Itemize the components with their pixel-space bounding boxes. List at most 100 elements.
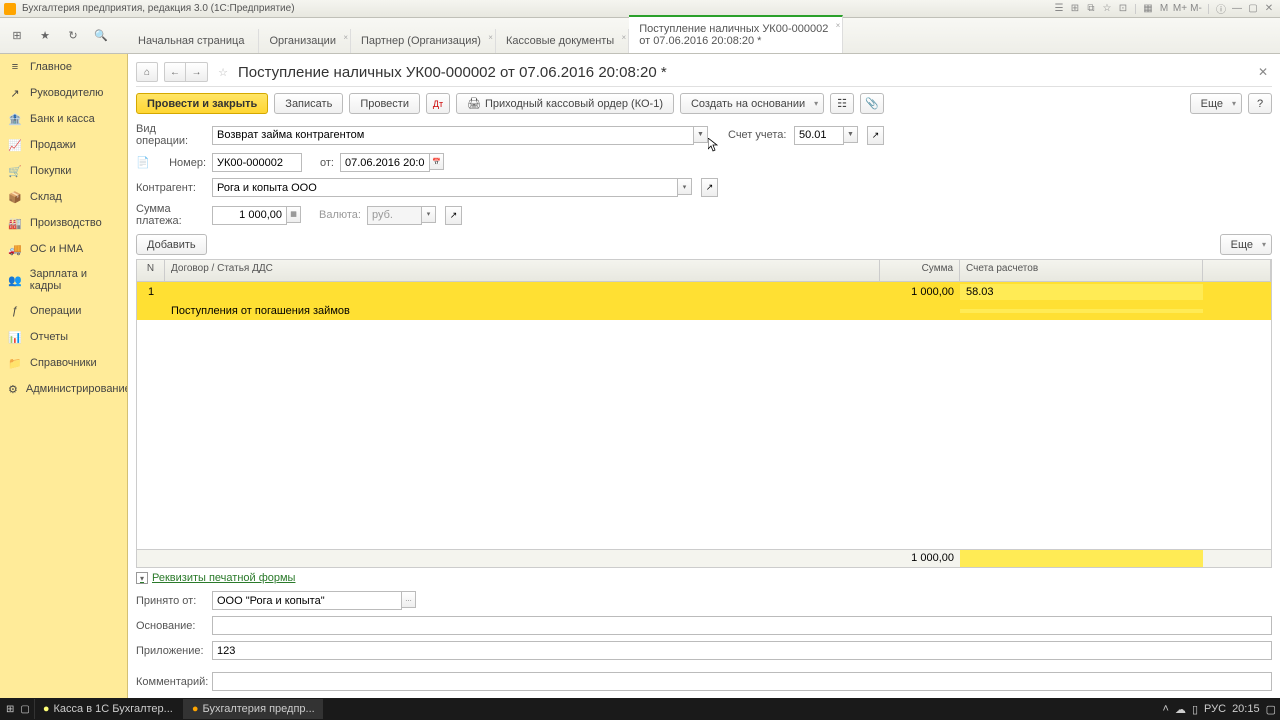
sidebar-item-bank[interactable]: 🏦Банк и касса [0, 106, 127, 132]
notifications-icon[interactable]: ▢ [1266, 703, 1276, 716]
bank-icon: 🏦 [8, 112, 22, 126]
create-based-button[interactable]: Создать на основании [680, 93, 824, 114]
op-type-input[interactable] [212, 126, 694, 145]
open-currency-button[interactable]: ↗ [445, 206, 462, 225]
m-icon[interactable]: М [1157, 2, 1171, 16]
minimize-icon[interactable]: — [1230, 2, 1244, 16]
back-button[interactable]: ← [164, 62, 186, 82]
accepted-input[interactable] [212, 591, 402, 610]
basis-label: Основание: [136, 620, 206, 632]
dropdown-icon[interactable]: ▼ [844, 126, 858, 143]
favorite-button[interactable]: ☆ [214, 63, 232, 81]
tb-icon-2[interactable]: ⊞ [1068, 2, 1082, 16]
number-input[interactable] [212, 153, 302, 172]
taskbar-item-1[interactable]: ●Касса в 1С Бухгалтер... [34, 699, 181, 719]
dt-kt-button[interactable]: Дт [426, 93, 450, 114]
star-icon[interactable]: ★ [36, 27, 54, 45]
save-button[interactable]: Записать [274, 93, 343, 114]
open-counterparty-button[interactable]: ↗ [701, 178, 718, 197]
date-input[interactable] [340, 153, 430, 172]
help-button[interactable]: ? [1248, 93, 1272, 114]
tab-orgs[interactable]: Организации× [259, 29, 351, 53]
taskview-button[interactable]: ▢ [18, 699, 31, 719]
dropdown-icon[interactable]: ▼ [694, 126, 708, 143]
sidebar-item-reports[interactable]: 📊Отчеты [0, 324, 127, 350]
tab-close-icon[interactable]: × [343, 33, 348, 42]
table-more-button[interactable]: Еще [1220, 234, 1272, 255]
tab-close-icon[interactable]: × [836, 21, 841, 30]
structure-button[interactable]: ☷ [830, 93, 854, 114]
dropdown-icon[interactable]: ▾ [422, 206, 436, 223]
close-page-icon[interactable]: ✕ [1254, 65, 1272, 79]
calc-icon[interactable]: ▦ [287, 206, 301, 223]
attach-button[interactable]: 📎 [860, 93, 884, 114]
th-acc[interactable]: Счета расчетов [960, 260, 1203, 281]
calc-icon[interactable]: ▦ [1141, 2, 1155, 16]
tab-close-icon[interactable]: × [488, 33, 493, 42]
sidebar-item-manager[interactable]: ↗Руководителю [0, 80, 127, 106]
th-doc[interactable]: Договор / Статья ДДС [165, 260, 880, 281]
counterparty-input[interactable] [212, 178, 678, 197]
basis-input[interactable] [212, 616, 1272, 635]
m-minus-icon[interactable]: М- [1189, 2, 1203, 16]
sidebar-item-assets[interactable]: 🚚ОС и НМА [0, 236, 127, 262]
tab-partner[interactable]: Партнер (Организация)× [351, 29, 496, 53]
operations-icon: ƒ [8, 304, 22, 318]
sidebar-item-main[interactable]: ≡Главное [0, 54, 127, 80]
tray-icon[interactable]: ˄ [1163, 703, 1169, 715]
dropdown-icon[interactable]: ▾ [678, 178, 692, 195]
apps-icon[interactable]: ⊞ [8, 27, 26, 45]
sidebar-item-warehouse[interactable]: 📦Склад [0, 184, 127, 210]
sidebar-item-admin[interactable]: ⚙Администрирование [0, 376, 127, 402]
print-section-toggle[interactable]: ▾ Реквизиты печатной формы [136, 568, 1272, 588]
history-icon[interactable]: ↻ [64, 27, 82, 45]
print-icon: 🖨 [467, 97, 481, 110]
sidebar-item-purchases[interactable]: 🛒Покупки [0, 158, 127, 184]
print-pko-button[interactable]: 🖨Приходный кассовый ордер (КО-1) [456, 93, 674, 114]
tray-icon[interactable]: ▯ [1192, 703, 1198, 716]
tab-close-icon[interactable]: × [622, 33, 627, 42]
help-icon[interactable]: ⓘ [1214, 2, 1228, 16]
search-icon[interactable]: 🔍 [92, 27, 110, 45]
tb-icon-1[interactable]: ☰ [1052, 2, 1066, 16]
tb-icon-5[interactable]: ⊡ [1116, 2, 1130, 16]
tab-receipt[interactable]: Поступление наличных УК00-000002от 07.06… [629, 15, 843, 53]
clock[interactable]: 20:15 [1232, 703, 1260, 715]
sidebar-item-sales[interactable]: 📈Продажи [0, 132, 127, 158]
tab-start[interactable]: Начальная страница [128, 29, 259, 53]
attachment-input[interactable] [212, 641, 1272, 660]
calendar-icon[interactable]: 📅 [430, 153, 444, 170]
post-button[interactable]: Провести [349, 93, 420, 114]
comment-input[interactable] [212, 672, 1272, 691]
catalogs-icon: 📁 [8, 356, 22, 370]
more-button[interactable]: Еще [1190, 93, 1242, 114]
sidebar-item-production[interactable]: 🏭Производство [0, 210, 127, 236]
tb-icon-4[interactable]: ☆ [1100, 2, 1114, 16]
table-row[interactable]: Поступления от погашения займов [137, 301, 1271, 320]
start-button[interactable]: ⊞ [4, 699, 16, 719]
post-and-close-button[interactable]: Провести и закрыть [136, 93, 268, 114]
lookup-icon[interactable]: … [402, 591, 416, 608]
sales-icon: 📈 [8, 138, 22, 152]
taskbar-item-2[interactable]: ●Бухгалтерия предпр... [183, 699, 323, 719]
open-account-button[interactable]: ↗ [867, 126, 884, 145]
sidebar-item-salary[interactable]: 👥Зарплата и кадры [0, 262, 127, 298]
sum-input[interactable] [212, 206, 287, 225]
forward-button[interactable]: → [186, 62, 208, 82]
table-row[interactable]: 1 1 000,00 58.03 [137, 282, 1271, 301]
tb-icon-3[interactable]: ⧉ [1084, 2, 1098, 16]
tray-icon[interactable]: ☁ [1175, 703, 1186, 716]
th-sum[interactable]: Сумма [880, 260, 960, 281]
close-icon[interactable]: ✕ [1262, 2, 1276, 16]
m-plus-icon[interactable]: М+ [1173, 2, 1187, 16]
sidebar-item-operations[interactable]: ƒОперации [0, 298, 127, 324]
lang-indicator[interactable]: РУС [1204, 703, 1226, 715]
tab-cash-docs[interactable]: Кассовые документы× [496, 29, 629, 53]
home-button[interactable]: ⌂ [136, 62, 158, 82]
account-input[interactable] [794, 126, 844, 145]
add-button[interactable]: Добавить [136, 234, 207, 255]
sidebar-item-catalogs[interactable]: 📁Справочники [0, 350, 127, 376]
chevron-down-icon: ▾ [136, 572, 148, 584]
th-n[interactable]: N [137, 260, 165, 281]
maximize-icon[interactable]: ▢ [1246, 2, 1260, 16]
